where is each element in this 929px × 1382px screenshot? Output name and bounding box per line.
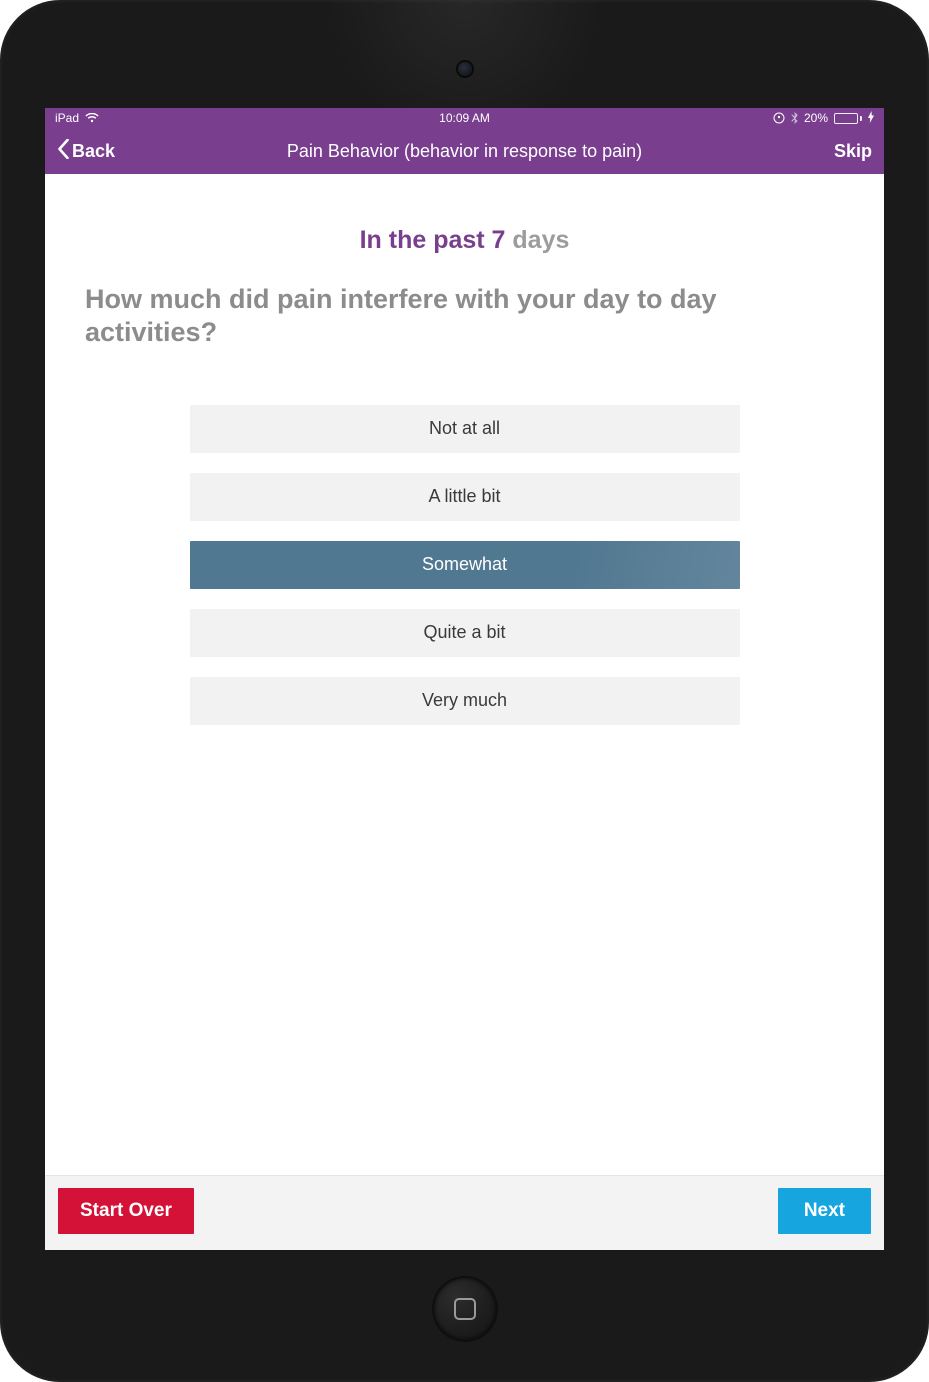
footer-bar: Start Over Next (45, 1175, 884, 1250)
status-bar: iPad 10:09 AM 20% (45, 108, 884, 128)
context-prefix: In the past 7 (360, 226, 513, 254)
context-suffix: days (512, 226, 569, 254)
option-label: Not at all (429, 418, 500, 439)
battery-pct: 20% (804, 111, 828, 125)
option-label: Very much (422, 690, 507, 711)
top-bars: iPad 10:09 AM 20% (45, 108, 884, 174)
option-0[interactable]: Not at all (190, 405, 740, 453)
option-label: Somewhat (422, 554, 507, 575)
device-camera (458, 62, 472, 76)
device-label: iPad (55, 111, 79, 125)
option-label: Quite a bit (423, 622, 505, 643)
option-label: A little bit (428, 486, 500, 507)
option-1[interactable]: A little bit (190, 473, 740, 521)
battery-icon (834, 113, 862, 124)
options-list: Not at all A little bit Somewhat Quite a bi… (190, 405, 740, 725)
charging-icon (868, 111, 874, 126)
screen: iPad 10:09 AM 20% (45, 108, 884, 1250)
chevron-left-icon (57, 139, 70, 164)
context-heading: In the past 7 days (85, 226, 844, 255)
ipad-frame: iPad 10:09 AM 20% (0, 0, 929, 1382)
rotation-lock-icon (773, 112, 785, 124)
question-text: How much did pain interfere with your da… (85, 283, 844, 349)
content-area: In the past 7 days How much did pain int… (45, 174, 884, 1175)
page-title: Pain Behavior (behavior in response to p… (287, 141, 642, 162)
status-time: 10:09 AM (439, 111, 490, 125)
start-over-button[interactable]: Start Over (58, 1188, 194, 1234)
home-button[interactable] (434, 1278, 496, 1340)
next-button[interactable]: Next (778, 1188, 871, 1234)
status-right: 20% (773, 111, 874, 126)
home-square-icon (454, 1298, 476, 1320)
option-4[interactable]: Very much (190, 677, 740, 725)
option-2[interactable]: Somewhat (190, 541, 740, 589)
option-3[interactable]: Quite a bit (190, 609, 740, 657)
wifi-icon (85, 113, 99, 123)
skip-button[interactable]: Skip (834, 141, 872, 162)
back-label: Back (72, 141, 115, 162)
status-left: iPad (55, 111, 99, 125)
back-button[interactable]: Back (57, 139, 115, 164)
nav-bar: Back Pain Behavior (behavior in response… (45, 128, 884, 174)
bluetooth-icon (791, 112, 798, 124)
